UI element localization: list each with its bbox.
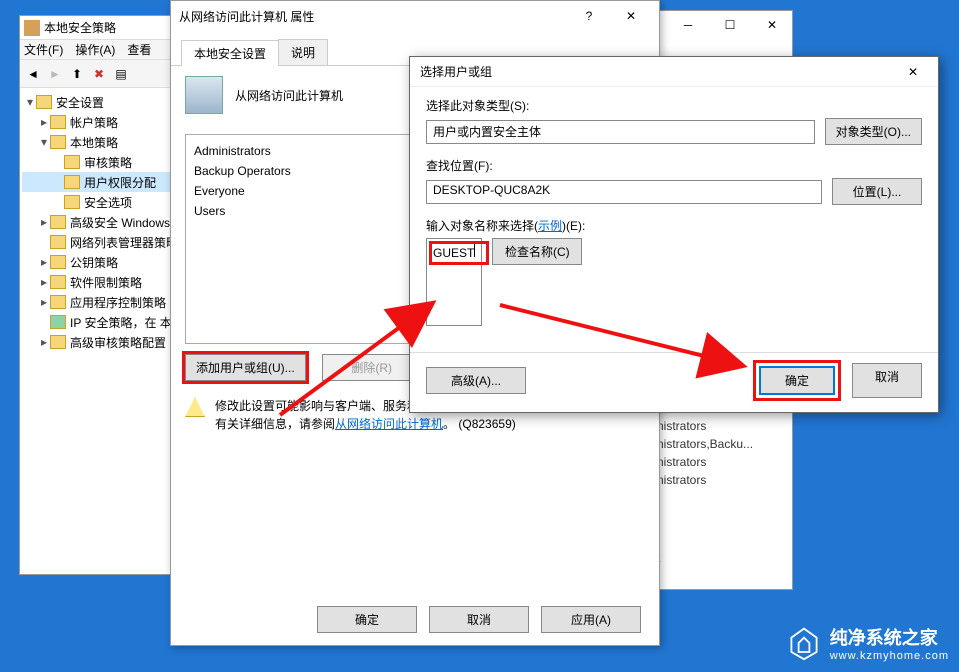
dialog-titlebar: 选择用户或组 ✕ (410, 57, 938, 87)
object-type-button[interactable]: 对象类型(O)... (825, 118, 922, 145)
tree-item-public-key[interactable]: ▸公钥策略 (22, 252, 186, 272)
close-button[interactable]: ✕ (898, 65, 928, 79)
forward-icon[interactable]: ► (46, 65, 64, 83)
tree-item-ip-security[interactable]: IP 安全策略，在 本 (22, 312, 186, 332)
warning-icon (185, 397, 205, 417)
cancel-button[interactable]: 取消 (429, 606, 529, 633)
tree-item-account-policy[interactable]: ▸帐户策略 (22, 112, 186, 132)
tree-item-network-list[interactable]: 网络列表管理器策略 (22, 232, 186, 252)
ok-button[interactable]: 确定 (759, 366, 835, 395)
cancel-button[interactable]: 取消 (852, 363, 922, 398)
apply-button[interactable]: 应用(A) (541, 606, 641, 633)
object-name-label: 输入对象名称来选择(示例)(E): (426, 217, 922, 234)
tree-root[interactable]: ▾ 安全设置 (22, 92, 186, 112)
back-icon[interactable]: ◄ (24, 65, 42, 83)
advanced-button[interactable]: 高级(A)... (426, 367, 526, 394)
menu-file[interactable]: 文件(F) (24, 41, 63, 58)
help-link[interactable]: 从网络访问此计算机 (335, 417, 443, 431)
ok-button[interactable]: 确定 (317, 606, 417, 633)
tree-item-local-policy[interactable]: ▾本地策略 (22, 132, 186, 152)
ok-highlight: 确定 (756, 363, 838, 398)
tab-explain[interactable]: 说明 (278, 39, 328, 65)
location-field: DESKTOP-QUC8A2K (426, 180, 822, 204)
minimize-button[interactable]: ─ (668, 12, 708, 38)
tree-item-app-control[interactable]: ▸应用程序控制策略 (22, 292, 186, 312)
policy-icon (185, 76, 223, 114)
window-titlebar: 本地安全策略 (20, 16, 188, 40)
check-names-button[interactable]: 检查名称(C) (492, 238, 582, 265)
tree-item-user-rights[interactable]: 用户权限分配 (22, 172, 186, 192)
location-button[interactable]: 位置(L)... (832, 178, 922, 205)
delete-icon[interactable]: ✖ (90, 65, 108, 83)
toolbar: ◄ ► ⬆ ✖ ▤ (20, 60, 188, 88)
object-name-input[interactable]: GUEST (426, 238, 482, 326)
local-security-policy-window: 本地安全策略 文件(F) 操作(A) 查看 ◄ ► ⬆ ✖ ▤ ▾ 安全设置 ▸… (19, 15, 189, 575)
example-link[interactable]: 示例 (538, 219, 562, 233)
menu-action[interactable]: 操作(A) (75, 41, 115, 58)
app-icon (24, 20, 40, 36)
tree-view: ▾ 安全设置 ▸帐户策略 ▾本地策略 审核策略 用户权限分配 安全选项 ▸高级安… (20, 88, 188, 356)
up-icon[interactable]: ⬆ (68, 65, 86, 83)
watermark: 纯净系统之家 www.kzmyhome.com (786, 624, 949, 662)
dialog-title: 选择用户或组 (420, 63, 492, 80)
dialog-title: 从网络访问此计算机 属性 (179, 8, 314, 25)
window-title: 本地安全策略 (44, 19, 116, 36)
select-user-dialog: 选择用户或组 ✕ 选择此对象类型(S): 用户或内置安全主体 对象类型(O)..… (409, 56, 939, 413)
location-label: 查找位置(F): (426, 157, 922, 174)
tree-item-software-restriction[interactable]: ▸软件限制策略 (22, 272, 186, 292)
menu-view[interactable]: 查看 (127, 41, 151, 58)
dialog-titlebar: 从网络访问此计算机 属性 ? ✕ (171, 1, 659, 31)
close-button[interactable]: ✕ (611, 3, 651, 29)
help-button[interactable]: ? (569, 3, 609, 29)
remove-button: 删除(R) (322, 354, 422, 381)
folder-icon (36, 95, 52, 109)
watermark-name: 纯净系统之家 (830, 624, 949, 650)
tree-item-advanced-audit[interactable]: ▸高级审核策略配置 (22, 332, 186, 352)
object-type-label: 选择此对象类型(S): (426, 97, 922, 114)
properties-icon[interactable]: ▤ (112, 65, 130, 83)
tree-item-audit-policy[interactable]: 审核策略 (22, 152, 186, 172)
highlight-box (429, 241, 489, 265)
maximize-button[interactable]: ☐ (710, 12, 750, 38)
watermark-url: www.kzmyhome.com (830, 650, 949, 662)
policy-name: 从网络访问此计算机 (235, 87, 343, 104)
object-type-field: 用户或内置安全主体 (426, 120, 815, 144)
menubar: 文件(F) 操作(A) 查看 (20, 40, 188, 60)
tree-item-security-options[interactable]: 安全选项 (22, 192, 186, 212)
tree-item-windows-firewall[interactable]: ▸高级安全 Windows (22, 212, 186, 232)
tab-local-security[interactable]: 本地安全设置 (181, 40, 279, 66)
watermark-logo-icon (786, 625, 822, 661)
add-user-button[interactable]: 添加用户或组(U)... (185, 354, 306, 381)
close-button[interactable]: ✕ (752, 12, 792, 38)
